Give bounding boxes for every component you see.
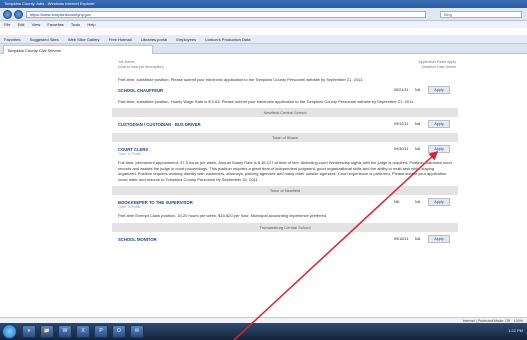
menu-tools[interactable]: Tools [71, 22, 80, 27]
job-deadline: 09/30/11 [394, 147, 409, 151]
taskbar-outlook-icon[interactable]: O [112, 325, 126, 338]
window-titlebar: Tompkins County Jobs - Windows Internet … [0, 0, 527, 8]
section-header: Trumansburg Central School [112, 222, 458, 232]
taskbar-folder-icon[interactable]: 📁 [40, 325, 54, 338]
fav-item[interactable]: Free Hotmail [109, 37, 132, 42]
menu-help[interactable]: Help [87, 22, 95, 27]
taskbar-powerpoint-icon[interactable]: P [94, 325, 108, 338]
job-description: Full-time, permanent appointment, 37.5 h… [118, 160, 452, 182]
table-row: CUSTODIAN / CUSTODIAN - BUS DRIVER 09/12… [112, 119, 458, 131]
taskbar-word-icon[interactable]: W [58, 325, 72, 338]
section-header: Town of Ithaca [112, 133, 458, 142]
apply-button[interactable]: Apply [428, 234, 450, 243]
table-row: SCHOOL CHAUFFEUR 09/21/11 NA Apply [112, 85, 458, 97]
menu-favorites[interactable]: Favorites [47, 22, 63, 27]
section-header: Newfield Central School [112, 108, 458, 117]
menu-bar: File Edit View Favorites Tools Help [0, 21, 527, 28]
menu-file[interactable]: File [4, 22, 10, 27]
tab-bar: Tompkins County Civil Service Page Safet… [0, 44, 527, 94]
header-job-name: Job Name [118, 60, 135, 64]
job-deadline: 09/12/11 [394, 122, 409, 126]
job-title-link[interactable]: CUSTODIAN / CUSTODIAN - BUS DRIVER [118, 122, 201, 127]
job-description: Part-time, substitute position. Please s… [118, 77, 364, 82]
system-clock: 1:22 PM [508, 328, 523, 333]
job-exam-date: NA [415, 87, 421, 92]
menu-edit[interactable]: Edit [18, 22, 25, 27]
taskbar-mail-icon[interactable]: ✉ [130, 325, 144, 338]
taskbar: e 📁 W X P O ✉ 1:22 PM [0, 323, 527, 340]
fav-item[interactable]: Web Slice Gallery [68, 37, 100, 42]
job-exam-date: NA [415, 147, 421, 151]
tab-active[interactable]: Tompkins County Civil Service [3, 45, 153, 54]
forward-button[interactable] [14, 10, 23, 19]
back-button[interactable] [3, 10, 12, 19]
table-row: BOOKKEEPER TO THE SUPERVISOR Open To Pub… [112, 197, 458, 211]
fav-item[interactable]: Libraries portal [141, 37, 167, 42]
menu-view[interactable]: View [32, 22, 41, 27]
job-title-link[interactable]: SCHOOL MONITOR [118, 237, 157, 242]
taskbar-excel-icon[interactable]: X [76, 325, 90, 338]
job-exam-date: NA [415, 122, 421, 126]
header-columns: Application Exam Apply Deadline Date Onl… [418, 60, 456, 70]
fav-item[interactable]: Liaison's Production Data [205, 37, 250, 42]
apply-button[interactable]: Apply [428, 120, 450, 128]
window-title: Tompkins County Jobs - Windows Internet … [4, 1, 95, 6]
fav-item[interactable]: Suggested Sites [30, 37, 59, 42]
apply-button[interactable]: Apply [428, 198, 450, 206]
search-input[interactable]: Bing [440, 11, 522, 18]
job-exam-date: NA [415, 200, 421, 204]
job-exam-date: NA [415, 236, 421, 241]
job-deadline: 09/21/11 [394, 87, 409, 92]
taskbar-ie-icon[interactable]: e [22, 325, 36, 338]
apply-button[interactable]: Apply [428, 145, 450, 153]
url-field[interactable]: https://www.tompkinscountyny.gov [26, 11, 426, 18]
page-content: Job Name (click to view job description)… [0, 55, 527, 317]
address-bar: https://www.tompkinscountyny.gov Bing [0, 8, 527, 21]
job-open-to-public: Open To Public [118, 152, 141, 156]
table-row: SCHOOL MONITOR 09/16/11 NA Apply [112, 234, 458, 246]
fav-item[interactable]: Favorites [4, 37, 20, 42]
table-row: COURT CLERK Open To Public 09/30/11 NA A… [112, 144, 458, 158]
header-cols-2: Deadline Date Online [421, 65, 456, 69]
start-button[interactable] [2, 324, 17, 339]
jobs-table: Job Name (click to view job description)… [112, 55, 458, 246]
job-deadline: 09/16/11 [394, 236, 409, 241]
section-header: Town of Newfield [112, 186, 458, 195]
job-description: Part-time, substitute position. Hourly W… [118, 98, 415, 104]
fav-item[interactable]: Employees [176, 37, 196, 42]
job-description: Part-time Exempt Class position, 15-20 h… [118, 213, 328, 218]
tab-label: Tompkins County Civil Service [7, 48, 61, 53]
apply-button[interactable]: Apply [428, 85, 450, 94]
header-job-hint: (click to view job description) [118, 65, 164, 69]
favorites-bar: Favorites Suggested Sites Web Slice Gall… [0, 35, 527, 44]
job-deadline: NA [394, 200, 400, 204]
table-header: Job Name (click to view job description)… [112, 55, 458, 75]
job-open-to-public: Open To Public [118, 205, 141, 209]
job-title-link[interactable]: SCHOOL CHAUFFEUR [118, 88, 163, 93]
